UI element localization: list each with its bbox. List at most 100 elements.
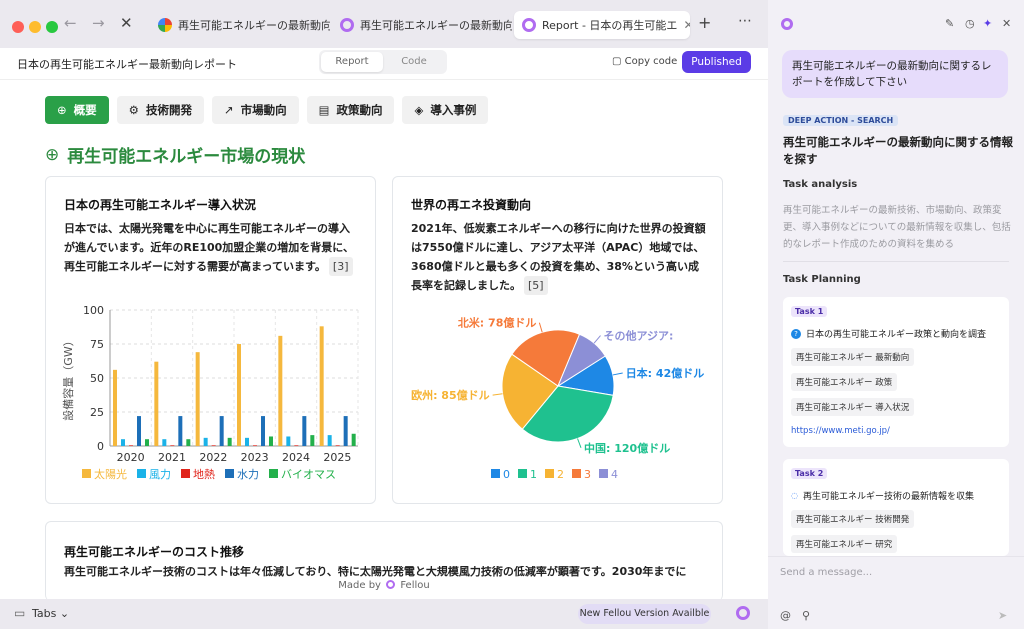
task-title-text: 再生可能エネルギー技術の最新情報を収集 — [802, 492, 974, 502]
legend-label: 風力 — [149, 468, 171, 481]
deep-action-badge: DEEP ACTION - SEARCH — [783, 115, 899, 126]
source-link[interactable]: https://www.meti.go.jp/ — [791, 426, 890, 436]
tab-cases[interactable]: ◈ 導入事例 — [402, 96, 489, 124]
tab-policy[interactable]: ▤ 政策動向 — [306, 96, 395, 124]
slice-label: 中国: 120億ドル — [584, 441, 670, 455]
y-tick-label: 25 — [90, 406, 104, 419]
task-title-text: 日本の再生可能エネルギー政策と動向を調査 — [806, 330, 987, 340]
tab-label: 概要 — [73, 103, 97, 117]
attachment-icon[interactable]: ⚲ — [802, 609, 810, 622]
bar — [302, 416, 307, 446]
task-badge: Task 1 — [791, 306, 828, 317]
capacity-bar-chart: 0 25 50 75 100 設備容量（GW） 2020 2021 2022 2023 2024 20… — [61, 304, 359, 481]
legend-swatch — [225, 469, 234, 478]
more-options-button[interactable]: ⋯ — [738, 13, 752, 29]
legend-swatch — [181, 469, 190, 478]
divider — [783, 261, 1009, 262]
code-view-button[interactable]: Code — [383, 52, 445, 72]
label-leader — [593, 335, 601, 344]
bar — [253, 445, 257, 446]
browser-tab-2[interactable]: 再生可能エネルギーの最新動向 — [332, 11, 512, 39]
new-chat-icon[interactable]: ✎ — [945, 17, 954, 30]
search-query-chip[interactable]: 再生可能エネルギー 技術開発 — [791, 510, 915, 528]
tab-label: 政策動向 — [336, 103, 383, 117]
document-icon: ▤ — [318, 103, 330, 117]
bar — [145, 439, 149, 446]
report-view-button[interactable]: Report — [321, 52, 383, 72]
zoom-window-button[interactable] — [46, 21, 58, 33]
bar — [310, 435, 315, 446]
fellou-logo-icon — [386, 580, 396, 589]
world-investment-card: 世界の再エネ投資動向 2021年、低炭素エネルギーへの移行に向けた世界の投資額は… — [392, 176, 723, 504]
brand-name[interactable]: Fellou — [400, 580, 429, 591]
legend-label: 地熱 — [193, 468, 215, 481]
browser-tab-3[interactable]: Report - 日本の再生可能エ ✕ — [514, 11, 690, 39]
x-tick-label: 2020 — [117, 451, 145, 464]
bar — [245, 437, 249, 446]
report-page: 日本の再生可能エネルギー最新動向レポート Report Code ▢ Copy … — [0, 48, 768, 599]
copy-code-button[interactable]: ▢ Copy code — [612, 56, 677, 67]
search-query-chip[interactable]: 再生可能エネルギー 導入状況 — [791, 398, 915, 416]
window-controls — [12, 18, 63, 37]
made-by-label: Made by — [338, 580, 381, 591]
bar — [327, 435, 332, 446]
close-tab-icon[interactable]: ✕ — [683, 18, 690, 32]
tab-overview[interactable]: ⊕ 概要 — [45, 96, 109, 124]
citation-link[interactable]: [3] — [328, 257, 353, 276]
layers-icon: ◈ — [414, 103, 424, 117]
search-query-chip[interactable]: 再生可能エネルギー 政策 — [791, 373, 898, 391]
mention-icon[interactable]: @ — [780, 609, 791, 622]
send-icon[interactable]: ➤ — [998, 609, 1007, 622]
task-badge: Task 2 — [791, 468, 828, 479]
citation-link[interactable]: [5] — [524, 276, 548, 295]
bar — [227, 437, 232, 446]
bar — [129, 445, 133, 446]
google-icon — [158, 18, 172, 32]
bar — [343, 416, 348, 446]
fellou-logo-icon[interactable] — [736, 606, 750, 620]
history-icon[interactable]: ◷ — [965, 17, 975, 30]
bar — [178, 416, 183, 446]
chevron-down-icon: ⌄ — [59, 607, 70, 620]
browser-tab-1[interactable]: 再生可能エネルギーの最新動向を — [150, 11, 330, 39]
message-input[interactable]: Send a message... — [780, 567, 872, 578]
pin-icon[interactable]: ✦ — [983, 17, 992, 30]
slice-label: 欧州: 85億ドル — [411, 388, 490, 402]
bar — [186, 439, 191, 446]
legend-swatch — [518, 469, 527, 478]
clipboard-icon: ▢ — [612, 56, 622, 67]
bar — [154, 361, 159, 446]
loading-icon: ◌ — [791, 491, 798, 500]
user-message: 再生可能エネルギーの最新動向に関するレポートを作成して下さい — [782, 50, 1008, 98]
new-tab-button[interactable]: + — [698, 13, 711, 32]
bar — [286, 436, 291, 446]
close-panel-icon[interactable]: ✕ — [1002, 17, 1011, 30]
tabs-menu-button[interactable]: Tabs ⌄ — [32, 607, 69, 620]
back-arrow-icon[interactable]: ← — [64, 14, 77, 32]
slice-label: 北米: 78億ドル — [458, 316, 537, 330]
tabs-icon: ▭ — [14, 606, 26, 620]
browser-tab-title: Report - 日本の再生可能エ — [542, 19, 678, 32]
legend-swatch — [82, 469, 91, 478]
search-query-chip[interactable]: 再生可能エネルギー 研究 — [791, 535, 898, 553]
x-tick-label: 2022 — [199, 451, 227, 464]
x-tick-label: 2024 — [282, 451, 310, 464]
legend-label: 0 — [503, 468, 510, 481]
card-body: 2021年、低炭素エネルギーへの移行に向けた世界の投資額は7550億ドルに達し、… — [411, 222, 706, 292]
close-window-button[interactable] — [12, 21, 24, 33]
tab-market[interactable]: ↗ 市場動向 — [211, 96, 299, 124]
tab-tech[interactable]: ⚙ 技術開発 — [116, 96, 204, 124]
section-title: 再生可能エネルギー市場の現状 — [67, 147, 306, 167]
fellou-icon — [522, 18, 536, 32]
minimize-window-button[interactable] — [29, 21, 41, 33]
bar — [203, 437, 208, 446]
label-leader — [577, 438, 582, 449]
published-button[interactable]: Published — [682, 51, 751, 73]
stop-loading-icon[interactable]: ✕ — [120, 14, 133, 32]
legend-label: 1 — [530, 468, 537, 481]
search-query-chip[interactable]: 再生可能エネルギー 最新動向 — [791, 348, 915, 366]
tab-label: 技術開発 — [145, 103, 192, 117]
bar — [294, 445, 299, 446]
forward-arrow-icon[interactable]: → — [92, 14, 105, 32]
new-version-button[interactable]: New Fellou Version Availble — [578, 604, 711, 624]
